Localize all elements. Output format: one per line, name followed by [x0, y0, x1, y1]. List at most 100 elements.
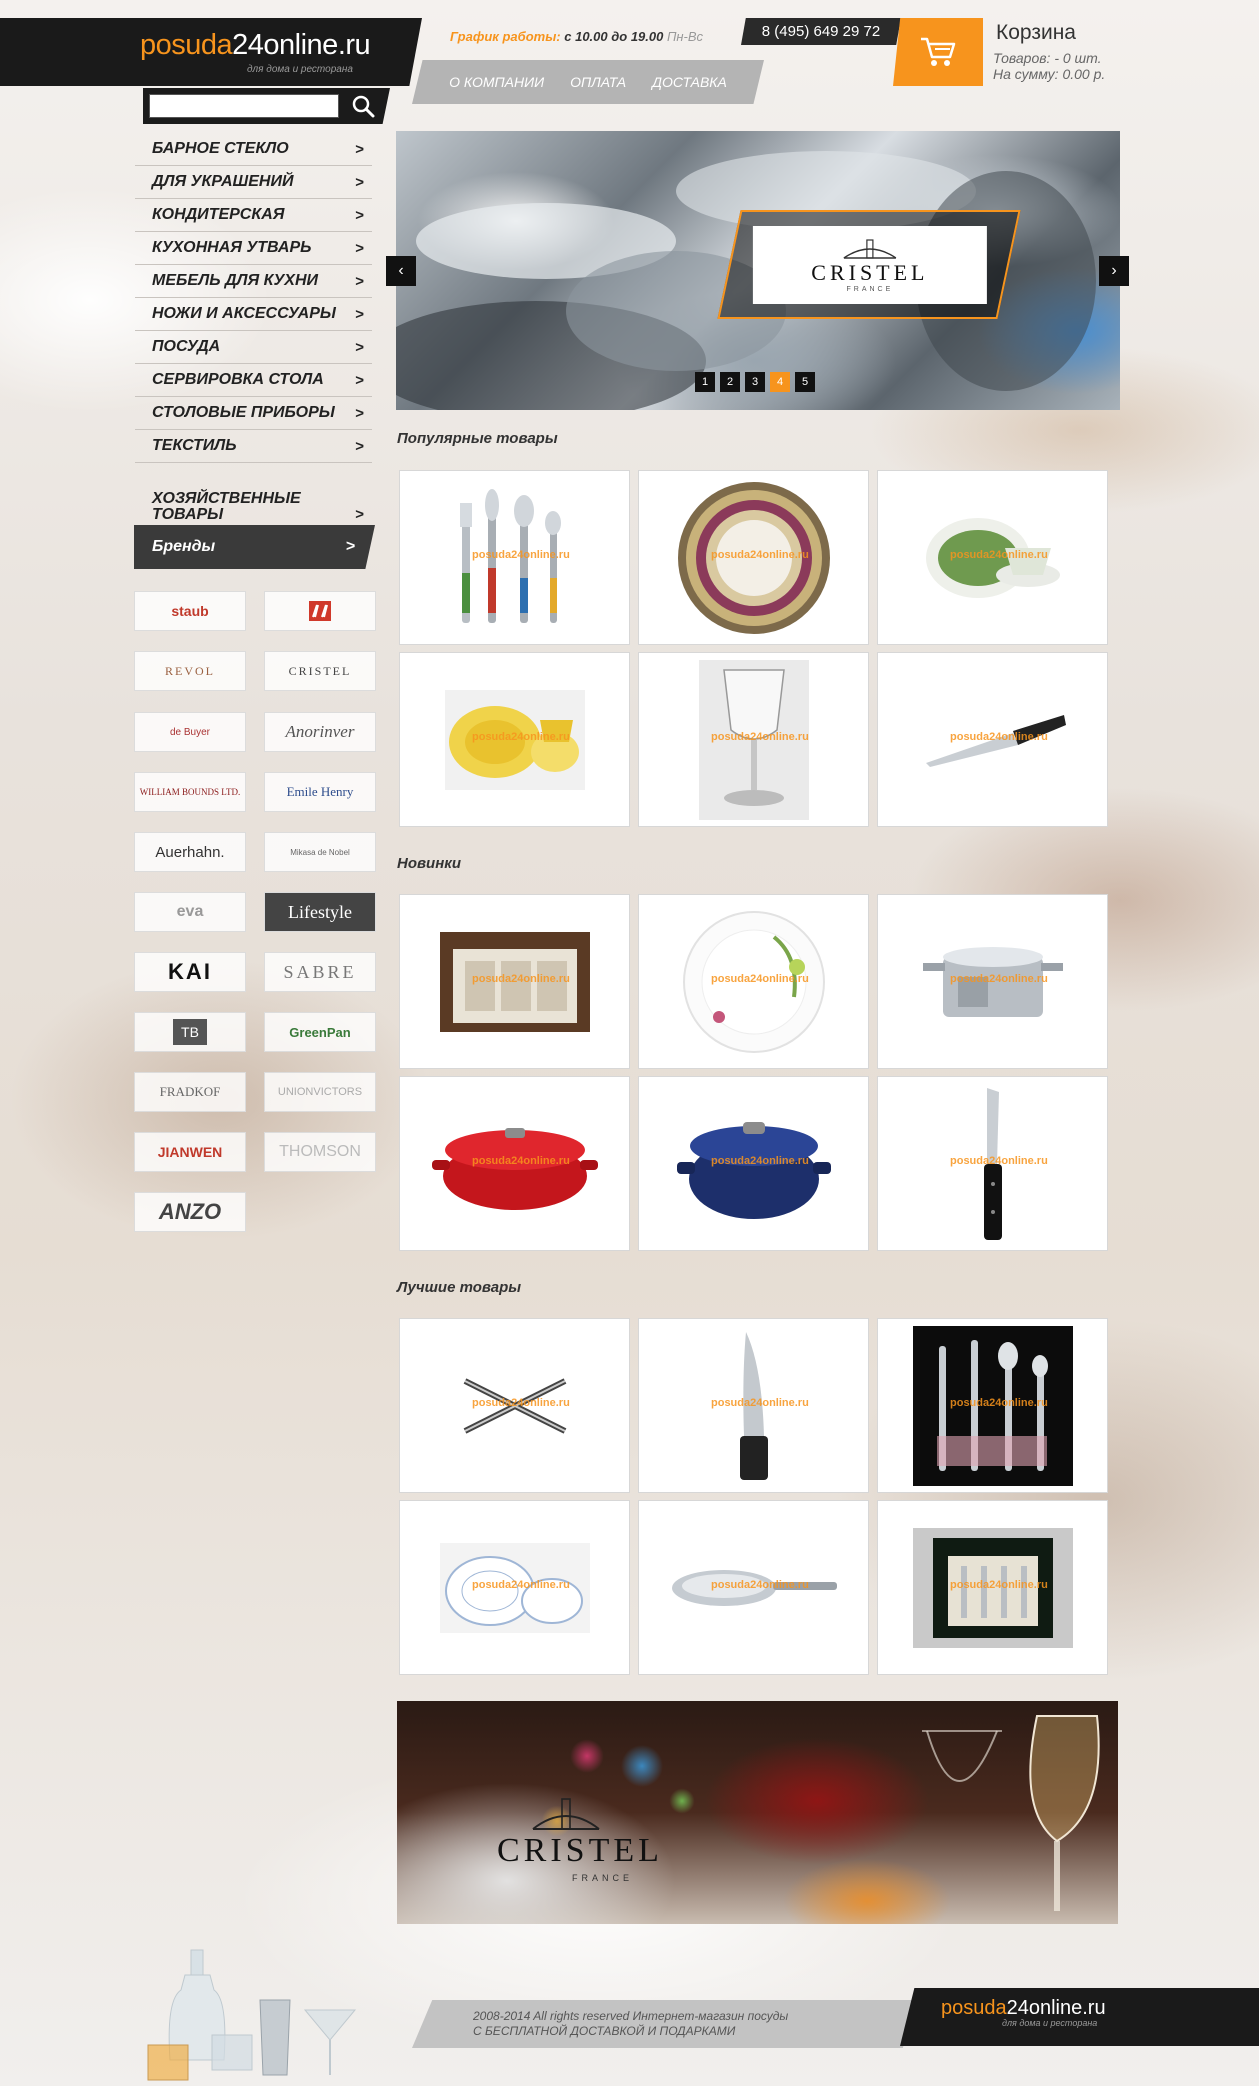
- category-confectionery[interactable]: КОНДИТЕРСКАЯ >: [135, 199, 372, 232]
- category-table-setting[interactable]: СЕРВИРОВКА СТОЛА >: [135, 364, 372, 397]
- brand-staub[interactable]: staub: [134, 591, 246, 631]
- category-cutlery[interactable]: СТОЛОВЫЕ ПРИБОРЫ >: [135, 397, 372, 430]
- watermark: posuda24online.ru: [711, 1579, 809, 1591]
- slider-dot[interactable]: 1: [695, 372, 715, 392]
- category-household[interactable]: ХОЗЯЙСТВЕННЫЕ ТОВАРЫ >: [135, 463, 372, 529]
- product-card-trivet[interactable]: posuda24online.ru: [399, 1318, 630, 1493]
- category-label: ПОСУДА: [152, 338, 221, 355]
- slide-brand-sub: FRANCE: [846, 285, 894, 293]
- product-card-gift-box-set[interactable]: posuda24online.ru: [399, 894, 630, 1069]
- slider-prev-button[interactable]: ‹: [386, 256, 416, 286]
- watermark: posuda24online.ru: [950, 549, 1048, 561]
- brand-unionvictors[interactable]: UNIONVICTORS: [264, 1072, 376, 1112]
- category-label: СЕРВИРОВКА СТОЛА: [152, 371, 324, 388]
- watermark: posuda24online.ru: [711, 1397, 809, 1409]
- watermark: posuda24online.ru: [950, 973, 1048, 985]
- product-card-floral-plate[interactable]: posuda24online.ru: [638, 894, 869, 1069]
- product-card-blue-round-cocotte[interactable]: posuda24online.ru: [638, 1076, 869, 1251]
- category-kitchen-furniture[interactable]: МЕБЕЛЬ ДЛЯ КУХНИ >: [135, 265, 372, 298]
- cart-title[interactable]: Корзина: [996, 21, 1076, 45]
- cart-button[interactable]: [893, 18, 983, 86]
- brand-eva[interactable]: eva: [134, 892, 246, 932]
- slider-dot-active[interactable]: 4: [770, 372, 790, 392]
- nav-delivery[interactable]: ДОСТАВКА: [652, 74, 727, 90]
- slider-dot[interactable]: 3: [745, 372, 765, 392]
- product-card-chef-knife[interactable]: posuda24online.ru: [877, 652, 1108, 827]
- logo-tagline: для дома и ресторана: [247, 64, 353, 75]
- brand-fradkof[interactable]: FRADKOF: [134, 1072, 246, 1112]
- category-arrow: >: [355, 206, 364, 224]
- brand-sabre[interactable]: SABRE: [264, 952, 376, 992]
- product-card-steel-saucepan[interactable]: posuda24online.ru: [877, 894, 1108, 1069]
- brand-cristel[interactable]: CRISTEL: [264, 651, 376, 691]
- product-card-kitchen-knife[interactable]: posuda24online.ru: [877, 1076, 1108, 1251]
- brand-anorinver[interactable]: Anorinver: [264, 712, 376, 752]
- brands-header[interactable]: Бренды >: [134, 525, 375, 569]
- category-textile[interactable]: ТЕКСТИЛЬ >: [135, 430, 372, 463]
- category-label: КОНДИТЕРСКАЯ: [152, 206, 285, 223]
- phone-number[interactable]: 8 (495) 649 29 72: [741, 18, 901, 45]
- watermark: posuda24online.ru: [711, 973, 809, 985]
- category-label: КУХОННАЯ УТВАРЬ: [152, 239, 312, 256]
- banner-brand-name: CRISTEL: [497, 1832, 663, 1869]
- brand-auerhahn[interactable]: Auerhahn.: [134, 832, 246, 872]
- watermark: posuda24online.ru: [472, 731, 570, 743]
- search-input[interactable]: [149, 94, 339, 118]
- watermark: posuda24online.ru: [711, 549, 809, 561]
- brand-zwilling[interactable]: [264, 591, 376, 631]
- slider-dot[interactable]: 5: [795, 372, 815, 392]
- watermark: posuda24online.ru: [711, 1155, 809, 1167]
- brand-de-buyer[interactable]: de Buyer: [134, 712, 246, 752]
- search-button[interactable]: [345, 92, 381, 120]
- slider-next-button[interactable]: ›: [1099, 256, 1129, 286]
- category-kitchen-utensils[interactable]: КУХОННАЯ УТВАРЬ >: [135, 232, 372, 265]
- product-card-cutlery-set[interactable]: posuda24online.ru: [399, 470, 630, 645]
- slide-brand-frame: CRISTEL FRANCE: [717, 210, 1021, 319]
- category-label: НОЖИ И АКСЕССУАРЫ: [152, 305, 336, 322]
- product-card-porcelain-dinnerware[interactable]: posuda24online.ru: [399, 1500, 630, 1675]
- product-card-decorated-plate[interactable]: posuda24online.ru: [638, 470, 869, 645]
- banner-wine-glasses-image: [922, 1715, 1100, 1911]
- product-card-steel-frying-pan[interactable]: posuda24online.ru: [638, 1500, 869, 1675]
- product-card-cup-and-saucer[interactable]: posuda24online.ru: [877, 470, 1108, 645]
- new-products-grid: posuda24online.ru posuda24online.ru posu…: [399, 894, 1108, 1251]
- promo-banner[interactable]: CRISTEL FRANCE: [397, 1701, 1118, 1924]
- brand-lifestyle[interactable]: Lifestyle: [264, 892, 376, 932]
- brand-kai[interactable]: KAI: [134, 952, 246, 992]
- category-bar-glass[interactable]: БАРНОЕ СТЕКЛО >: [135, 133, 372, 166]
- footer-logo[interactable]: posuda24online.ru: [941, 1997, 1106, 2020]
- slide-brand-name: CRISTEL: [811, 259, 929, 285]
- category-knives[interactable]: НОЖИ И АКСЕССУАРЫ >: [135, 298, 372, 331]
- nav-payment[interactable]: ОПЛАТА: [570, 74, 626, 90]
- product-card-cutlery-black-box[interactable]: posuda24online.ru: [877, 1318, 1108, 1493]
- schedule-label: График работы:: [450, 29, 561, 44]
- product-card-pepper-mill[interactable]: posuda24online.ru: [638, 1318, 869, 1493]
- category-label: ХОЗЯЙСТВЕННЫЕ ТОВАРЫ: [152, 490, 301, 523]
- brand-greenpan[interactable]: GreenPan: [264, 1012, 376, 1052]
- product-card-gift-box-spoons[interactable]: posuda24online.ru: [877, 1500, 1108, 1675]
- brand-revol[interactable]: REVOL: [134, 651, 246, 691]
- brand-emile-henry[interactable]: Emile Henry: [264, 772, 376, 812]
- brand-jianwen[interactable]: JIANWEN: [134, 1132, 246, 1172]
- brand-william-bounds[interactable]: WILLIAM BOUNDS LTD.: [134, 772, 246, 812]
- brand-anzo[interactable]: ANZO: [134, 1192, 246, 1232]
- brand-tb[interactable]: TB: [134, 1012, 246, 1052]
- watermark: posuda24online.ru: [472, 1397, 570, 1409]
- category-dishes[interactable]: ПОСУДА >: [135, 331, 372, 364]
- brand-mikasa[interactable]: Mikasa de Nobel: [264, 832, 376, 872]
- brand-thomson[interactable]: THOMSON: [264, 1132, 376, 1172]
- product-card-yellow-dinnerware[interactable]: posuda24online.ru: [399, 652, 630, 827]
- product-card-red-oval-cocotte[interactable]: posuda24online.ru: [399, 1076, 630, 1251]
- banner-bridge-logo-icon: [532, 1798, 600, 1830]
- product-card-wine-glass[interactable]: posuda24online.ru: [638, 652, 869, 827]
- category-menu: БАРНОЕ СТЕКЛО > ДЛЯ УКРАШЕНИЙ > КОНДИТЕРСК…: [135, 133, 372, 529]
- watermark: posuda24online.ru: [950, 731, 1048, 743]
- site-logo[interactable]: posuda24online.ru: [140, 29, 371, 62]
- category-decorations[interactable]: ДЛЯ УКРАШЕНИЙ >: [135, 166, 372, 199]
- hero-slider[interactable]: CRISTEL FRANCE: [396, 131, 1120, 410]
- category-arrow: >: [355, 305, 364, 323]
- slider-dot[interactable]: 2: [720, 372, 740, 392]
- nav-about[interactable]: О КОМПАНИИ: [449, 74, 544, 90]
- category-arrow: >: [355, 140, 364, 158]
- copyright-text: 2008-2014 All rights reserved Интернет-м…: [473, 2009, 789, 2023]
